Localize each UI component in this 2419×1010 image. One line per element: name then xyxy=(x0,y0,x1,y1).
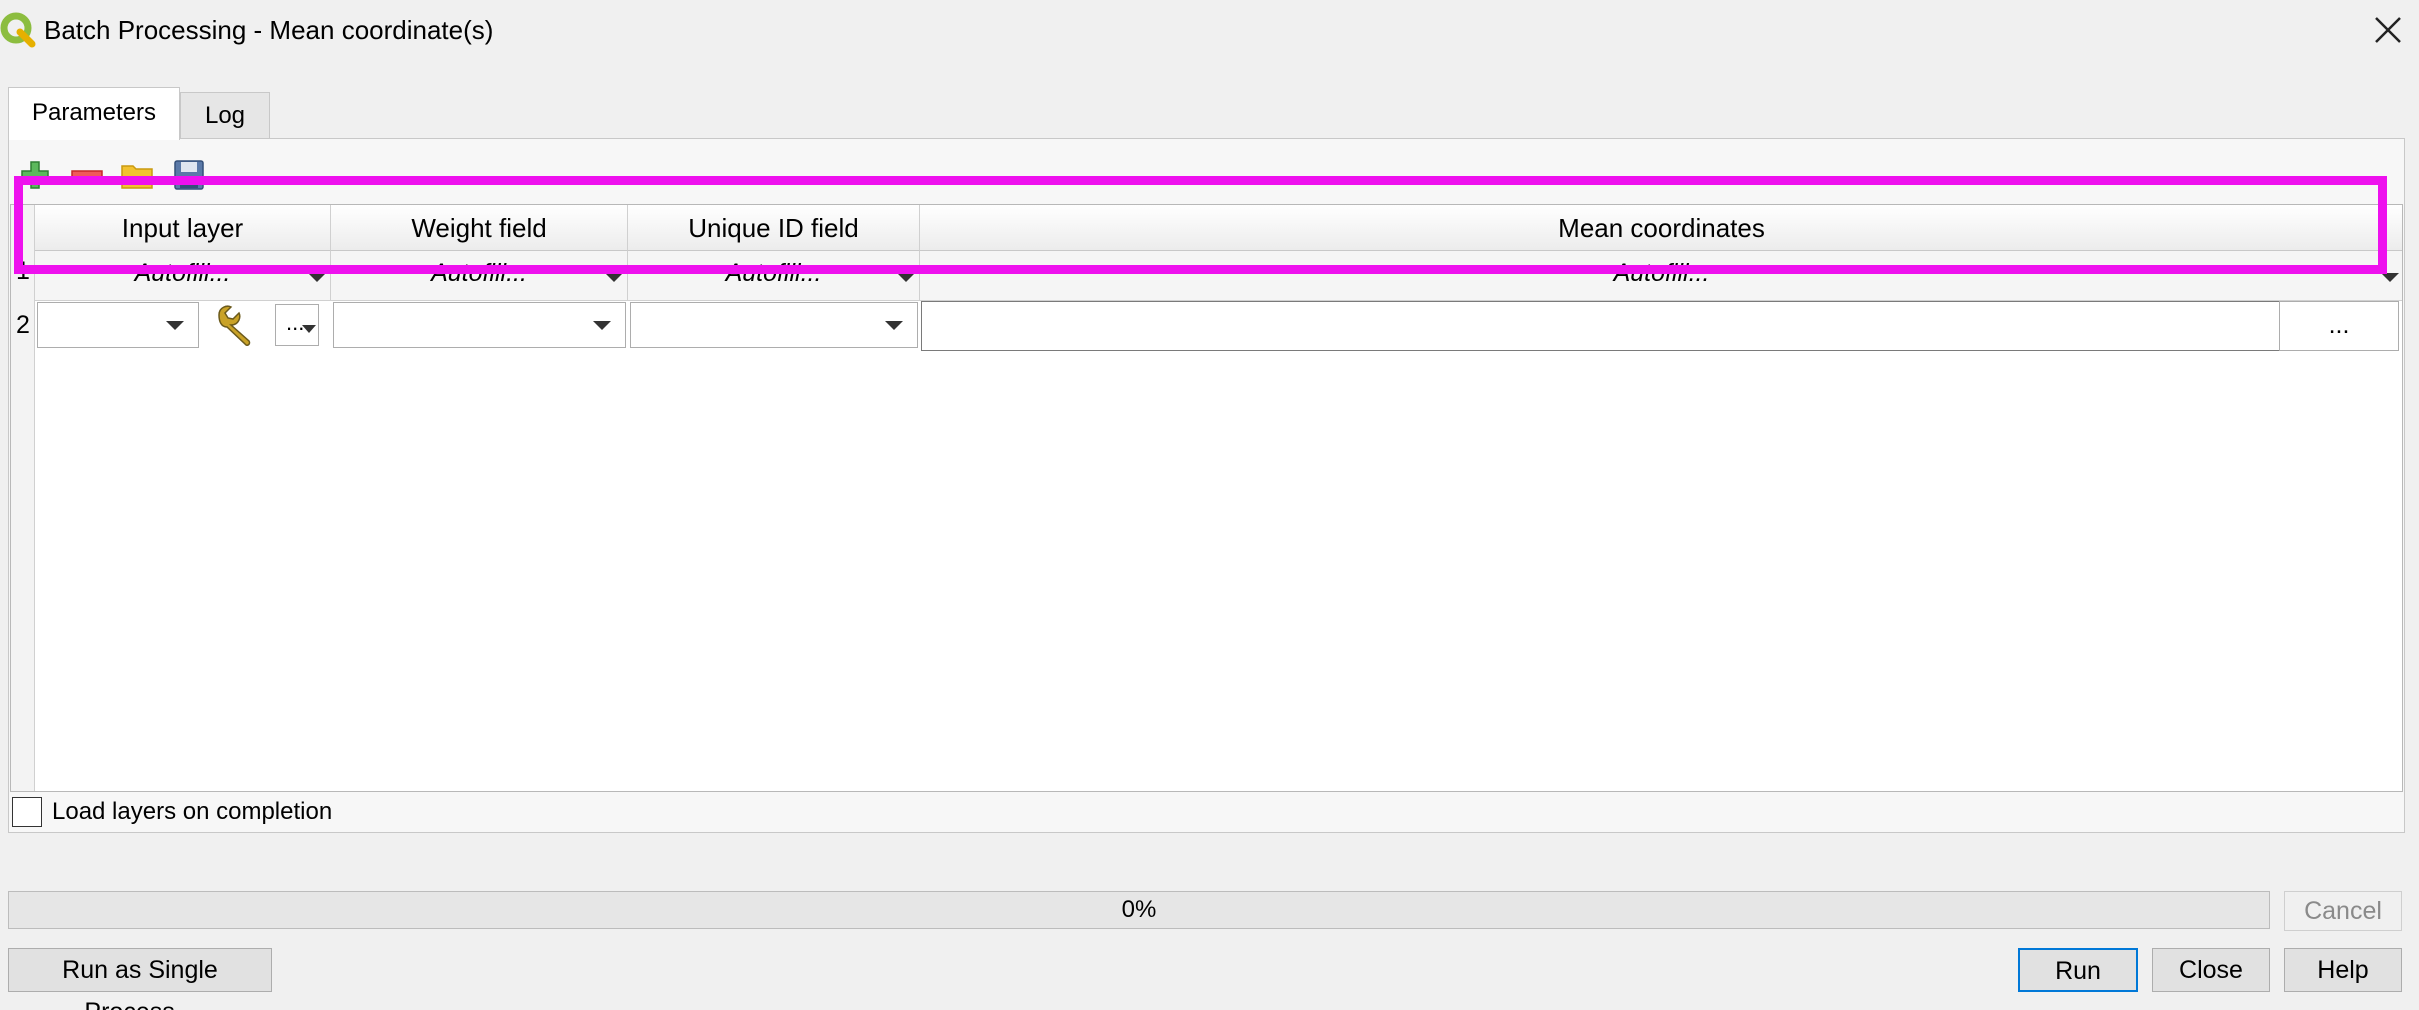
title-bar: Batch Processing - Mean coordinate(s) xyxy=(0,0,2419,60)
weight-field-combo[interactable] xyxy=(333,302,626,348)
row-number-1: 1 xyxy=(16,257,30,285)
autofill-weight-field[interactable]: Autofill... xyxy=(331,251,628,301)
cancel-button[interactable]: Cancel xyxy=(2284,891,2402,931)
browse-output-button[interactable]: ... xyxy=(2279,301,2399,351)
open-folder-icon[interactable] xyxy=(120,158,154,192)
remove-row-icon[interactable] xyxy=(70,158,104,192)
progress-bar: 0% xyxy=(8,891,2270,929)
autofill-label: Autofill... xyxy=(134,259,231,287)
chevron-down-icon xyxy=(2381,273,2399,282)
save-icon[interactable] xyxy=(172,158,206,192)
column-header-mean-coordinates[interactable]: Mean coordinates xyxy=(920,205,2402,251)
add-row-icon[interactable] xyxy=(18,158,52,192)
close-icon[interactable] xyxy=(2370,12,2406,48)
autofill-input-layer[interactable]: Autofill... xyxy=(35,251,331,301)
column-header-input-layer[interactable]: Input layer xyxy=(35,205,331,251)
chevron-down-icon xyxy=(308,273,326,282)
chevron-down-icon xyxy=(885,321,903,330)
help-button[interactable]: Help xyxy=(2284,948,2402,992)
column-header-unique-id-field[interactable]: Unique ID field xyxy=(628,205,920,251)
window-title: Batch Processing - Mean coordinate(s) xyxy=(44,15,494,45)
run-button[interactable]: Run xyxy=(2018,948,2138,992)
chevron-down-icon xyxy=(897,273,915,282)
autofill-mean-coordinates[interactable]: Autofill... xyxy=(920,251,2402,301)
tab-log[interactable]: Log xyxy=(180,92,270,138)
row-number-2: 2 xyxy=(16,311,30,339)
autofill-label: Autofill... xyxy=(431,259,527,287)
chevron-down-icon xyxy=(302,325,316,333)
qgis-logo-icon xyxy=(0,12,36,48)
autofill-label: Autofill... xyxy=(725,259,822,287)
row-header-column xyxy=(11,205,35,791)
chevron-down-icon xyxy=(605,273,623,282)
autofill-label: Autofill... xyxy=(1613,259,1710,287)
run-as-single-process-button[interactable]: Run as Single Process... xyxy=(8,948,272,1010)
autofill-unique-id-field[interactable]: Autofill... xyxy=(628,251,920,301)
batch-table: Input layer Weight field Unique ID field… xyxy=(10,204,2403,792)
chevron-down-icon xyxy=(593,321,611,330)
wrench-icon[interactable] xyxy=(211,301,261,347)
tab-parameters[interactable]: Parameters xyxy=(8,87,180,140)
load-layers-label: Load layers on completion xyxy=(52,798,333,825)
close-button[interactable]: Close xyxy=(2152,948,2270,992)
mean-coordinates-output-field[interactable] xyxy=(921,301,2287,351)
chevron-down-icon xyxy=(166,321,184,330)
input-layer-options-button[interactable]: ... xyxy=(275,304,319,346)
column-header-weight-field[interactable]: Weight field xyxy=(331,205,628,251)
input-layer-combo[interactable] xyxy=(37,302,199,348)
unique-id-field-combo[interactable] xyxy=(630,302,918,348)
load-layers-checkbox[interactable] xyxy=(12,797,42,827)
